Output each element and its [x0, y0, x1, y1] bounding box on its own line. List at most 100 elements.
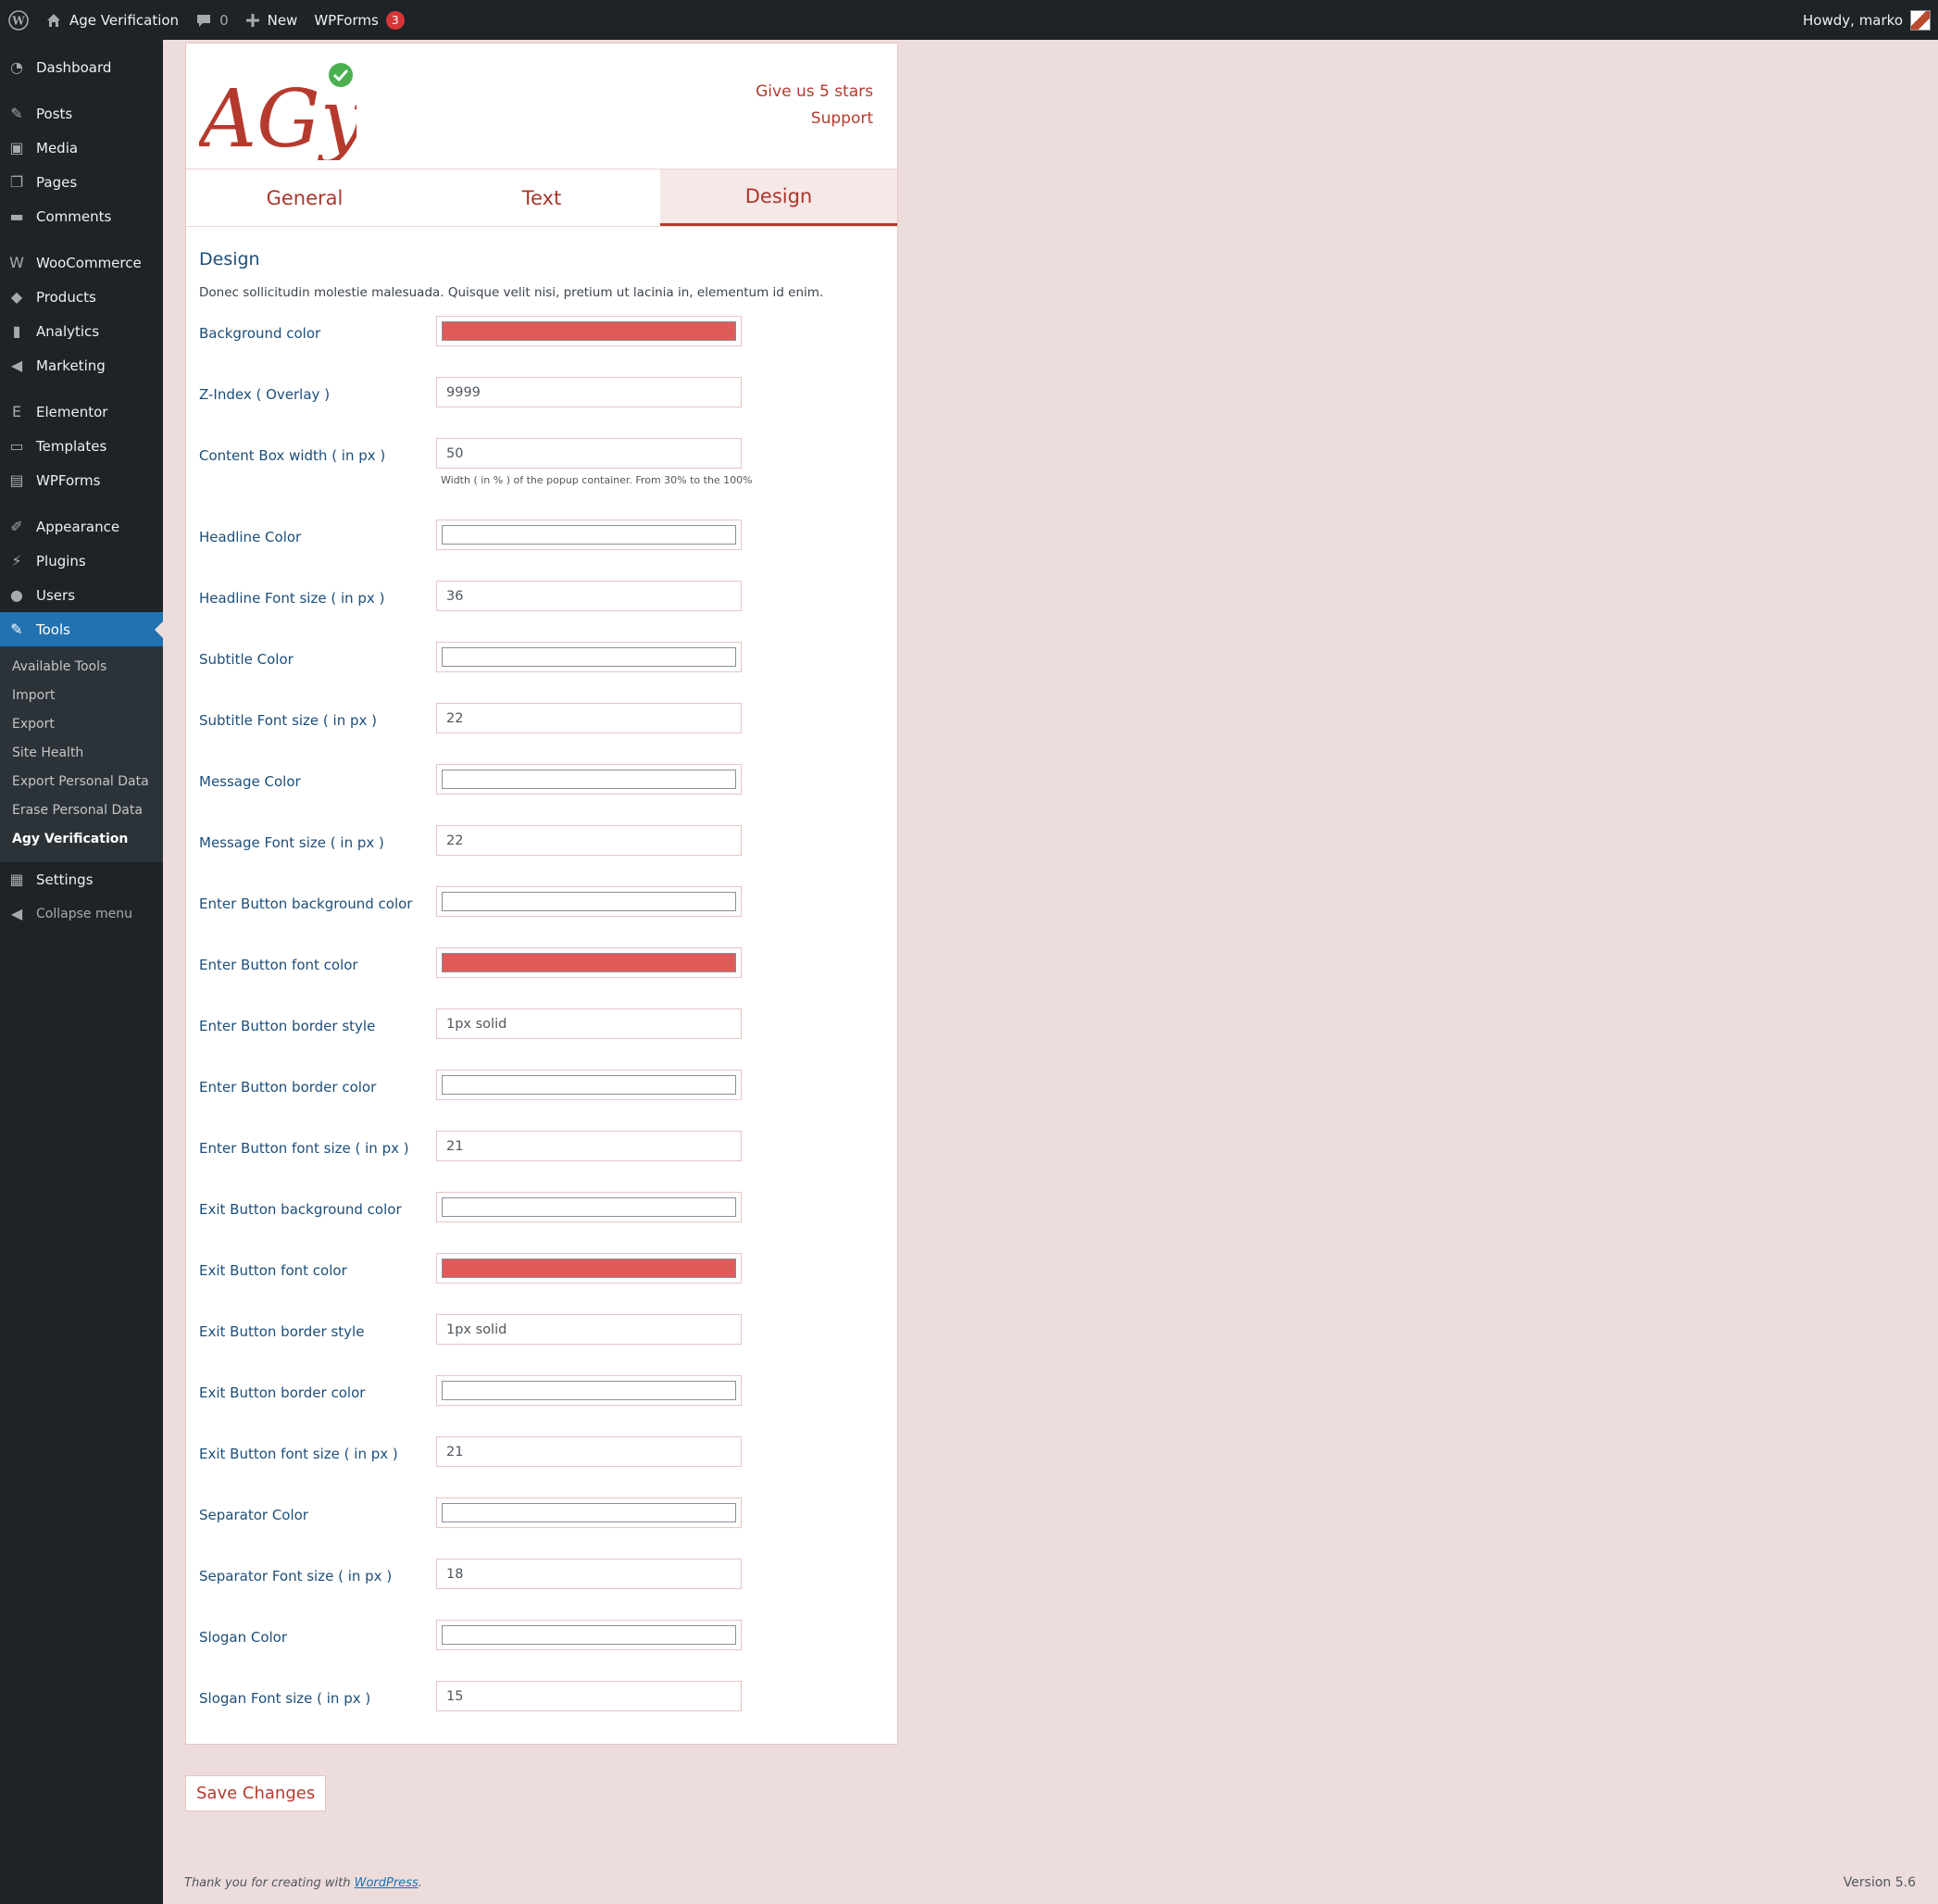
color-picker[interactable] [436, 642, 742, 672]
text-input[interactable]: 22 [436, 825, 742, 856]
wordpress-link[interactable]: WordPress [355, 1876, 419, 1890]
text-input[interactable]: 9999 [436, 377, 742, 407]
admin-bar: W Age Verification 0 New WPForms 3 Howdy… [0, 0, 1938, 40]
submenu-item[interactable]: Export [0, 709, 163, 738]
color-swatch[interactable] [442, 953, 736, 972]
account-menu[interactable]: Howdy, marko [1794, 0, 1938, 40]
field-label: Exit Button font size ( in px ) [199, 1446, 398, 1462]
submenu-item[interactable]: Import [0, 681, 163, 709]
sidebar-item-pages[interactable]: ❐ Pages [0, 165, 163, 199]
color-swatch[interactable] [442, 1625, 736, 1645]
new-content-link[interactable]: New [237, 0, 306, 40]
text-input[interactable]: 50 [436, 438, 742, 469]
color-swatch[interactable] [442, 647, 736, 667]
color-swatch[interactable] [442, 321, 736, 341]
sidebar-item-products[interactable]: ◆ Products [0, 280, 163, 314]
sidebar-item-settings[interactable]: ▦ Settings [0, 862, 163, 896]
tab-design[interactable]: Design [660, 169, 897, 226]
field-label: Background color [199, 325, 321, 342]
field-label: Subtitle Color [199, 651, 294, 668]
field-label: Z-Index ( Overlay ) [199, 386, 331, 403]
color-swatch[interactable] [442, 1075, 736, 1095]
sidebar-item-plugins[interactable]: ⚡ Plugins [0, 544, 163, 578]
sidebar-item-label: Comments [36, 207, 112, 225]
color-picker[interactable] [436, 1497, 742, 1528]
submenu-item[interactable]: Export Personal Data [0, 767, 163, 795]
sidebar-item-label: Dashboard [36, 58, 112, 76]
tab-text[interactable]: Text [423, 169, 660, 226]
collapse-arrow-icon: ◀ [10, 905, 23, 922]
text-input[interactable]: 1px solid [436, 1008, 742, 1039]
field-label: Exit Button border color [199, 1384, 366, 1401]
save-changes-button[interactable]: Save Changes [185, 1775, 327, 1811]
text-input[interactable]: 21 [436, 1131, 742, 1161]
color-picker[interactable] [436, 1192, 742, 1222]
elementor-icon: E [11, 403, 22, 420]
sidebar-item-elementor[interactable]: E Elementor [0, 395, 163, 429]
collapse-menu-button[interactable]: ◀ Collapse menu [0, 896, 163, 931]
sidebar-item-woocommerce[interactable]: W WooCommerce [0, 245, 163, 280]
field-label: Enter Button border style [199, 1018, 376, 1034]
woo-icon: W [9, 254, 24, 271]
wpforms-link[interactable]: WPForms 3 [306, 0, 412, 40]
field-label: Enter Button background color [199, 896, 413, 912]
field-label: Enter Button font size ( in px ) [199, 1140, 409, 1157]
section-title: Design [199, 249, 260, 269]
settings-icon: ▦ [9, 871, 24, 888]
tab-general[interactable]: General [186, 169, 423, 226]
tools-submenu: Available Tools Import Export Site Health Ex… [0, 646, 163, 862]
sidebar-item-media[interactable]: ▣ Media [0, 131, 163, 165]
form-row: Exit Button border style 1px solid [199, 1314, 884, 1375]
text-input[interactable]: 15 [436, 1681, 742, 1711]
color-picker[interactable] [436, 316, 742, 346]
sidebar-item-comments[interactable]: ▬ Comments [0, 199, 163, 233]
brush-icon: ✐ [10, 518, 23, 535]
give-stars-link[interactable]: Give us 5 stars [756, 79, 873, 106]
sidebar-item-posts[interactable]: ✎ Posts [0, 96, 163, 131]
sidebar-item-users[interactable]: ● Users [0, 578, 163, 612]
color-swatch[interactable] [442, 892, 736, 911]
color-picker[interactable] [436, 886, 742, 917]
submenu-item[interactable]: Available Tools [0, 652, 163, 681]
color-picker[interactable] [436, 1070, 742, 1100]
text-input[interactable]: 21 [436, 1436, 742, 1467]
text-input[interactable]: 36 [436, 581, 742, 611]
form-row: Exit Button background color [199, 1192, 884, 1253]
sidebar-item-wpforms[interactable]: ▤ WPForms [0, 463, 163, 497]
form-row: Enter Button background color [199, 886, 884, 947]
color-swatch[interactable] [442, 770, 736, 789]
color-swatch[interactable] [442, 1259, 736, 1278]
submenu-item[interactable]: Site Health [0, 738, 163, 767]
text-input[interactable]: 1px solid [436, 1314, 742, 1345]
color-picker[interactable] [436, 520, 742, 550]
sidebar-item-dashboard[interactable]: ◔ Dashboard [0, 50, 163, 84]
submenu-item[interactable]: Agy Verification [0, 824, 163, 853]
form-row: Message Color [199, 764, 884, 825]
sidebar-item-label: Tools [36, 620, 70, 638]
sidebar-item-appearance[interactable]: ✐ Appearance [0, 509, 163, 544]
color-picker[interactable] [436, 1375, 742, 1406]
sidebar-item-label: Users [36, 586, 76, 604]
color-swatch[interactable] [442, 1197, 736, 1217]
color-picker[interactable] [436, 764, 742, 795]
text-input[interactable]: 18 [436, 1559, 742, 1589]
field-label: Separator Color [199, 1507, 308, 1523]
support-link[interactable]: Support [756, 106, 873, 132]
wordpress-logo-icon[interactable]: W [0, 0, 37, 40]
sidebar-item-marketing[interactable]: ◀ Marketing [0, 348, 163, 382]
color-picker[interactable] [436, 1253, 742, 1284]
color-picker[interactable] [436, 947, 742, 978]
site-name-link[interactable]: Age Verification [37, 0, 187, 40]
submenu-item[interactable]: Erase Personal Data [0, 795, 163, 824]
comments-link[interactable]: 0 [187, 0, 237, 40]
color-swatch[interactable] [442, 1381, 736, 1400]
color-swatch[interactable] [442, 1503, 736, 1522]
sidebar-item-tools[interactable]: ✎ Tools [0, 612, 163, 646]
design-form: Background color Z-Index ( Overlay ) 9999 C… [199, 316, 884, 1742]
color-swatch[interactable] [442, 525, 736, 545]
text-input[interactable]: 22 [436, 703, 742, 733]
sidebar-item-label: Settings [36, 871, 94, 888]
color-picker[interactable] [436, 1620, 742, 1650]
sidebar-item-templates[interactable]: ▭ Templates [0, 429, 163, 463]
sidebar-item-analytics[interactable]: ▮ Analytics [0, 314, 163, 348]
